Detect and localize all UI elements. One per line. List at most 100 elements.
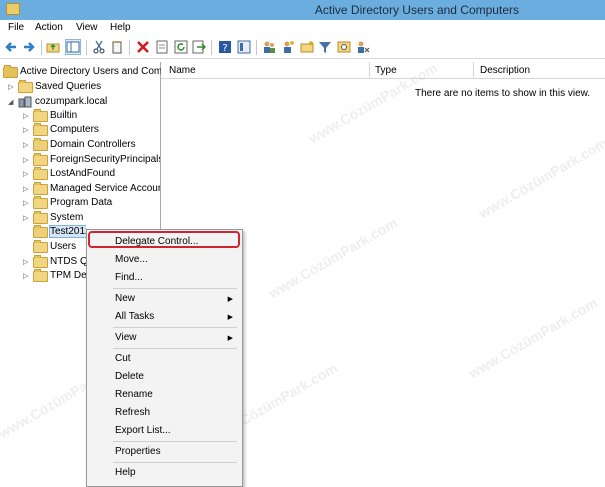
menu-item-delete[interactable]: Delete: [115, 371, 144, 382]
new-user-icon[interactable]: [281, 40, 295, 54]
tree-item-ntds-quotas[interactable]: ▷ NTDS Q: [23, 255, 86, 269]
folder-icon: [33, 153, 48, 166]
help-icon[interactable]: ?: [218, 40, 232, 54]
expand-arrow-icon[interactable]: ▷: [23, 272, 31, 280]
empty-list-message: There are no items to show in this view.: [415, 88, 591, 99]
expand-arrow-icon[interactable]: ▷: [23, 214, 31, 222]
console-root-icon: [3, 65, 18, 78]
menu-item-properties[interactable]: Properties: [115, 446, 161, 457]
forward-icon[interactable]: [22, 40, 36, 54]
menu-item-move[interactable]: Move...: [115, 254, 148, 265]
svg-text:?: ?: [222, 43, 227, 54]
delete-icon[interactable]: [136, 40, 150, 54]
folder-icon: [33, 240, 48, 253]
tree-item-system[interactable]: ▷ System: [23, 211, 160, 225]
properties-icon[interactable]: [155, 40, 169, 54]
menu-item-view[interactable]: View: [115, 332, 137, 343]
new-group-icon[interactable]: [300, 40, 314, 54]
folder-icon: [33, 182, 48, 195]
tree-root[interactable]: Active Directory Users and Com: [3, 65, 162, 79]
expand-arrow-icon[interactable]: ▷: [23, 199, 31, 207]
tree-item-tpm-devices[interactable]: ▷ TPM De: [23, 269, 86, 283]
window-title: Active Directory Users and Computers: [314, 3, 519, 17]
expand-arrow-icon[interactable]: ▷: [23, 126, 31, 134]
menu-item-all-tasks[interactable]: All Tasks: [115, 311, 154, 322]
menu-item-cut[interactable]: Cut: [115, 353, 131, 364]
column-divider[interactable]: [473, 62, 474, 78]
tree-item-computers[interactable]: ▷ Computers: [23, 123, 160, 137]
expand-arrow-icon[interactable]: ▷: [23, 112, 31, 120]
find-icon[interactable]: [337, 40, 351, 54]
menu-separator: [113, 462, 237, 463]
column-divider[interactable]: [369, 62, 370, 78]
collapse-arrow-icon[interactable]: ◢: [8, 98, 16, 106]
tree-item-managed-service-accounts[interactable]: ▷ Managed Service Accour: [23, 182, 160, 196]
expand-arrow-icon[interactable]: ▷: [23, 185, 31, 193]
toolbar-separator: [211, 40, 212, 55]
mmc-icon[interactable]: [237, 40, 251, 54]
menu-action[interactable]: Action: [35, 22, 63, 33]
folder-icon: [33, 109, 48, 122]
menu-item-help[interactable]: Help: [115, 467, 136, 478]
users-icon[interactable]: [262, 40, 276, 54]
menu-file[interactable]: File: [8, 22, 24, 33]
filter-icon[interactable]: [318, 40, 332, 54]
folder-icon: [33, 211, 48, 224]
folder-icon: [33, 255, 48, 268]
context-menu: Delegate Control... Move... Find... New …: [86, 229, 243, 487]
menu-view[interactable]: View: [76, 22, 98, 33]
cut-icon[interactable]: [92, 40, 106, 54]
list-header: Name Type Description: [161, 62, 605, 79]
tree-item-users[interactable]: Users: [23, 240, 86, 254]
menu-help[interactable]: Help: [110, 22, 131, 33]
expand-arrow-icon[interactable]: ▷: [23, 141, 31, 149]
expand-arrow-icon[interactable]: ▷: [23, 156, 31, 164]
up-folder-icon[interactable]: [46, 40, 60, 54]
folder-icon: [33, 123, 48, 136]
title-bar: Active Directory Users and Computers: [0, 0, 605, 21]
menu-item-refresh[interactable]: Refresh: [115, 407, 150, 418]
ou-folder-icon: [33, 225, 48, 238]
column-type[interactable]: Type: [375, 65, 397, 76]
submenu-arrow-icon: ▶: [227, 296, 233, 303]
toolbar-separator: [86, 40, 87, 55]
export-icon[interactable]: [192, 40, 206, 54]
menu-item-rename[interactable]: Rename: [115, 389, 153, 400]
tree-item-foreign-security-principals[interactable]: ▷ ForeignSecurityPrincipals: [23, 153, 160, 167]
tree-item-program-data[interactable]: ▷ Program Data: [23, 196, 160, 210]
expand-arrow-icon[interactable]: ▷: [8, 83, 16, 91]
copy-icon[interactable]: [110, 40, 124, 54]
refresh-icon[interactable]: [174, 40, 188, 54]
menu-separator: [113, 441, 237, 442]
submenu-arrow-icon: ▶: [227, 335, 233, 342]
folder-icon: [18, 80, 33, 93]
menu-separator: [113, 327, 237, 328]
toolbar-separator: [129, 40, 130, 55]
menu-item-new[interactable]: New: [115, 293, 135, 304]
tree-item-test2012[interactable]: Test2012: [23, 225, 86, 239]
back-icon[interactable]: [4, 40, 18, 54]
folder-icon: [33, 167, 48, 180]
menu-item-find[interactable]: Find...: [115, 272, 143, 283]
toolbar: ?: [0, 36, 605, 59]
toolbar-separator: [41, 40, 42, 55]
delegate-icon[interactable]: [356, 40, 370, 54]
tree-item-domain-controllers[interactable]: ▷ Domain Controllers: [23, 138, 160, 152]
tree-item-builtin[interactable]: ▷ Builtin: [23, 109, 160, 123]
submenu-arrow-icon: ▶: [227, 314, 233, 321]
menu-separator: [113, 348, 237, 349]
tree-item-lost-and-found[interactable]: ▷ LostAndFound: [23, 167, 160, 181]
expand-arrow-icon[interactable]: ▷: [23, 258, 31, 266]
folder-icon: [33, 269, 48, 282]
menu-item-export-list[interactable]: Export List...: [115, 425, 171, 436]
show-tree-icon[interactable]: [65, 39, 81, 55]
column-description[interactable]: Description: [480, 65, 530, 76]
column-name[interactable]: Name: [169, 65, 196, 76]
tree-item-saved-queries[interactable]: ▷ Saved Queries: [8, 80, 160, 94]
folder-icon: [33, 196, 48, 209]
menu-separator: [113, 288, 237, 289]
ou-folder-icon: [33, 138, 48, 151]
tree-item-domain[interactable]: ◢ cozumpark.local: [8, 95, 160, 109]
expand-arrow-icon[interactable]: ▷: [23, 170, 31, 178]
highlight-annotation: [88, 231, 240, 248]
